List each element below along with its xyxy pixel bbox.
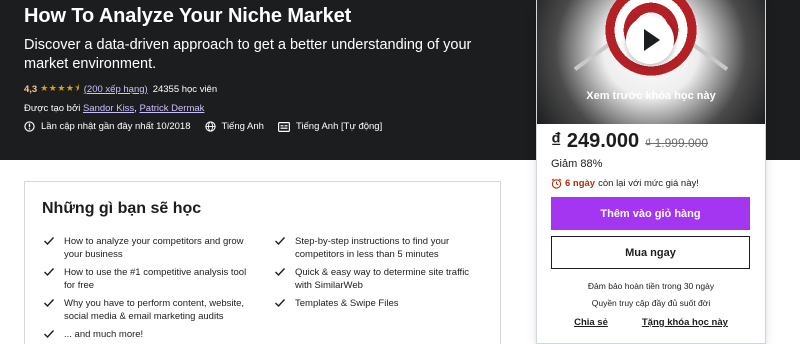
lifetime-access: Quyền truy cập đầy đủ suốt đời (591, 298, 711, 308)
timer-text: còn lại với mức giá này! (598, 178, 699, 189)
check-icon (44, 299, 55, 308)
list-item: Quick & easy way to determine site traff… (273, 266, 483, 292)
star-rating-icon: ★★★★⯨ (40, 83, 80, 93)
price-block: ₫ 249.000 ₫ 1.999.000 Giảm 88% 6 ngày cò… (551, 130, 751, 189)
creator-link[interactable]: Patrick Dermak (139, 103, 204, 114)
rating-count-link[interactable]: (200 xếp hạng) (84, 84, 148, 95)
learn-heading: Những gì bạn sẽ học (42, 200, 202, 217)
learn-column-right: Step-by-step instructions to find your c… (273, 235, 483, 315)
course-subtitle: Discover a data-driven approach to get a… (24, 37, 472, 72)
sidebar-links: Chia sẻ Tặng khóa học này (537, 317, 765, 328)
preview-label: Xem trước khóa học này (586, 90, 716, 102)
current-price: ₫ 249.000 (551, 130, 640, 152)
learn-item-text: Why you have to perform content, website… (64, 298, 245, 322)
gift-course-link[interactable]: Tặng khóa học này (642, 317, 728, 328)
purchase-sidebar: Xem trước khóa học này ₫ 249.000 ₫ 1.999… (536, 0, 766, 344)
last-updated: Lần cập nhật gần đây nhất 10/2018 (24, 121, 191, 132)
creator-link[interactable]: Sandor Kiss (83, 103, 134, 114)
course-preview-video[interactable]: Xem trước khóa học này (537, 0, 765, 124)
learn-item-text: Step-by-step instructions to find your c… (295, 236, 450, 260)
what-you-will-learn: Những gì bạn sẽ học How to analyze your … (24, 181, 501, 344)
student-count: 24355 học viên (152, 83, 218, 95)
last-updated-text: Lần cập nhật gần đây nhất 10/2018 (41, 121, 191, 132)
captions-text: Tiếng Anh [Tự động] (295, 121, 383, 132)
check-icon (275, 237, 286, 246)
check-icon (275, 268, 286, 277)
play-icon[interactable] (626, 16, 674, 64)
add-to-cart-button[interactable]: Thêm vào giỏ hàng (551, 197, 750, 230)
list-item: Step-by-step instructions to find your c… (273, 235, 483, 261)
list-item: Why you have to perform content, website… (42, 297, 252, 323)
learn-item-text: Templates & Swipe Files (295, 298, 399, 309)
list-item: How to use the #1 competitive analysis t… (42, 266, 252, 292)
learn-column-left: How to analyze your competitors and grow… (42, 235, 252, 344)
learn-item-text: ... and much more! (64, 329, 144, 340)
alarm-clock-icon (551, 178, 562, 189)
discount-label: Giảm 88% (551, 158, 603, 170)
money-back-guarantee: Đảm bảo hoàn tiền trong 30 ngày (587, 281, 715, 291)
course-meta: Lần cập nhật gần đây nhất 10/2018 Tiếng … (24, 121, 396, 132)
learn-item-text: How to use the #1 competitive analysis t… (64, 267, 247, 291)
list-item: ... and much more! (42, 328, 252, 341)
globe-icon (204, 121, 216, 132)
price-timer: 6 ngày còn lại với mức giá này! (551, 178, 751, 189)
course-title: How To Analyze Your Niche Market (24, 5, 352, 27)
created-by-label: Được tạo bởi (24, 103, 81, 114)
captions: Tiếng Anh [Tự động] (277, 121, 383, 132)
timer-days: 6 ngày (565, 178, 596, 189)
share-link[interactable]: Chia sẻ (574, 317, 608, 328)
check-icon (44, 268, 55, 277)
language-text: Tiếng Anh (221, 121, 264, 132)
rating-row: 4,3 ★★★★⯨ (200 xếp hạng) 24355 học viên (24, 81, 217, 97)
alert-badge-icon (24, 121, 35, 132)
check-icon (44, 237, 55, 246)
rating-value: 4,3 (24, 83, 38, 95)
buy-now-button[interactable]: Mua ngay (551, 236, 750, 269)
learn-item-text: Quick & easy way to determine site traff… (295, 267, 470, 291)
language: Tiếng Anh (204, 121, 264, 132)
price-row: ₫ 249.000 ₫ 1.999.000 (551, 130, 751, 153)
list-item: Templates & Swipe Files (273, 297, 483, 310)
closed-captions-icon (277, 121, 290, 132)
check-icon (275, 299, 286, 308)
learn-item-text: How to analyze your competitors and grow… (64, 236, 244, 260)
original-price: ₫ 1.999.000 (645, 136, 709, 150)
list-item: How to analyze your competitors and grow… (42, 235, 252, 261)
check-icon (44, 330, 55, 339)
creator-row: Được tạo bởi Sandor Kiss, Patrick Dermak (24, 103, 205, 114)
